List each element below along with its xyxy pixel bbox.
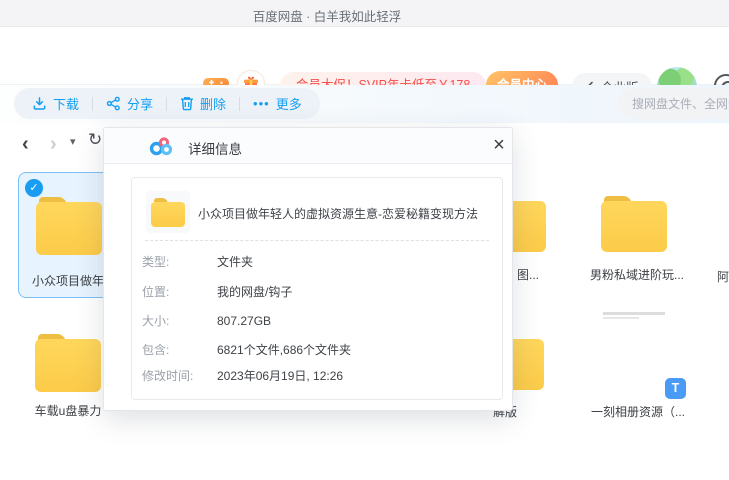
detail-value: 我的网盘/钩子 — [217, 285, 292, 299]
detail-label: 修改时间: — [142, 367, 217, 384]
folder-icon — [601, 196, 667, 252]
file-icon-wrap — [146, 191, 190, 233]
detail-row-location: 位置:我的网盘/钩子 — [142, 283, 292, 300]
file-card[interactable]: T — [586, 304, 690, 400]
search-box[interactable] — [618, 88, 729, 119]
dialog-header: 详细信息 × — [104, 128, 512, 164]
detail-row-modified: 修改时间:2023年06月19日, 12:26 — [142, 367, 343, 384]
window-titlebar: 百度网盘 · 白羊我如此轻浮 — [0, 0, 729, 27]
action-bar: 下载 分享 — [14, 88, 320, 119]
check-icon: ✓ — [25, 179, 43, 197]
folder-icon — [36, 197, 102, 255]
ellipsis-icon: ••• — [253, 97, 270, 110]
detail-value: 807.27GB — [217, 314, 271, 328]
download-button[interactable]: 下载 — [32, 94, 79, 113]
more-label: 更多 — [276, 94, 302, 113]
toolbar-divider — [92, 97, 93, 111]
toolbar-divider — [239, 97, 240, 111]
back-button[interactable]: ‹ — [22, 134, 29, 154]
toolbar-row: 下载 分享 — [0, 85, 729, 123]
trash-icon — [180, 96, 194, 111]
dialog-title: 详细信息 — [188, 138, 242, 158]
baidu-netdisk-window: 百度网盘 · 白羊我如此轻浮 会员大促！SVIP年卡低至￥178 会员中心 — [0, 0, 729, 480]
folder-icon — [151, 198, 185, 227]
app-header: 会员大促！SVIP年卡低至￥178 会员中心 企业版 SVIP1 — [0, 27, 729, 85]
detail-value: 2023年06月19日, 12:26 — [217, 369, 343, 383]
history-caret-icon[interactable]: ▾ — [70, 137, 76, 148]
share-button[interactable]: 分享 — [106, 94, 153, 113]
delete-button[interactable]: 删除 — [180, 94, 226, 113]
folder-label: 男粉私域进阶玩... — [578, 266, 696, 283]
forward-button[interactable]: › — [50, 134, 57, 154]
faint-preview-text — [603, 317, 639, 319]
detail-row-size: 大小:807.27GB — [142, 312, 271, 329]
share-label: 分享 — [127, 94, 153, 113]
refresh-icon[interactable]: ↻ — [88, 131, 102, 148]
folder-label-fragment: 阿 — [717, 268, 729, 285]
toolbar-divider — [166, 97, 167, 111]
window-title: 百度网盘 · 白羊我如此轻浮 — [0, 6, 654, 25]
delete-label: 删除 — [200, 94, 226, 113]
folder-icon — [35, 334, 101, 392]
file-name: 小众项目做年轻人的虚拟资源生意-恋爱秘籍变现方法 — [198, 205, 478, 222]
search-input[interactable] — [632, 97, 729, 111]
folder-label: 图... — [517, 266, 539, 283]
details-dialog: 详细信息 × 小众项目做年轻人的虚拟资源生意-恋爱秘籍变现方法 类型:文件夹 位… — [103, 127, 513, 411]
close-icon[interactable]: × — [486, 131, 512, 159]
download-label: 下载 — [53, 94, 79, 113]
detail-label: 大小: — [142, 312, 217, 329]
download-icon — [32, 96, 47, 111]
detail-label: 位置: — [142, 283, 217, 300]
detail-value: 6821个文件,686个文件夹 — [217, 343, 351, 357]
faint-preview-text — [603, 312, 665, 315]
detail-label: 类型: — [142, 253, 217, 270]
file-label: 一刻相册资源（... — [583, 403, 693, 420]
share-icon — [106, 96, 121, 111]
more-button[interactable]: ••• 更多 — [253, 94, 302, 113]
details-box: 小众项目做年轻人的虚拟资源生意-恋爱秘籍变现方法 类型:文件夹 位置:我的网盘/… — [131, 177, 503, 400]
detail-label: 包含: — [142, 341, 217, 358]
dashed-divider — [145, 240, 489, 241]
detail-row-contains: 包含:6821个文件,686个文件夹 — [142, 341, 351, 358]
detail-value: 文件夹 — [217, 255, 253, 269]
netdisk-logo-icon — [149, 137, 173, 156]
detail-row-type: 类型:文件夹 — [142, 253, 253, 270]
txt-file-icon: T — [665, 378, 686, 399]
